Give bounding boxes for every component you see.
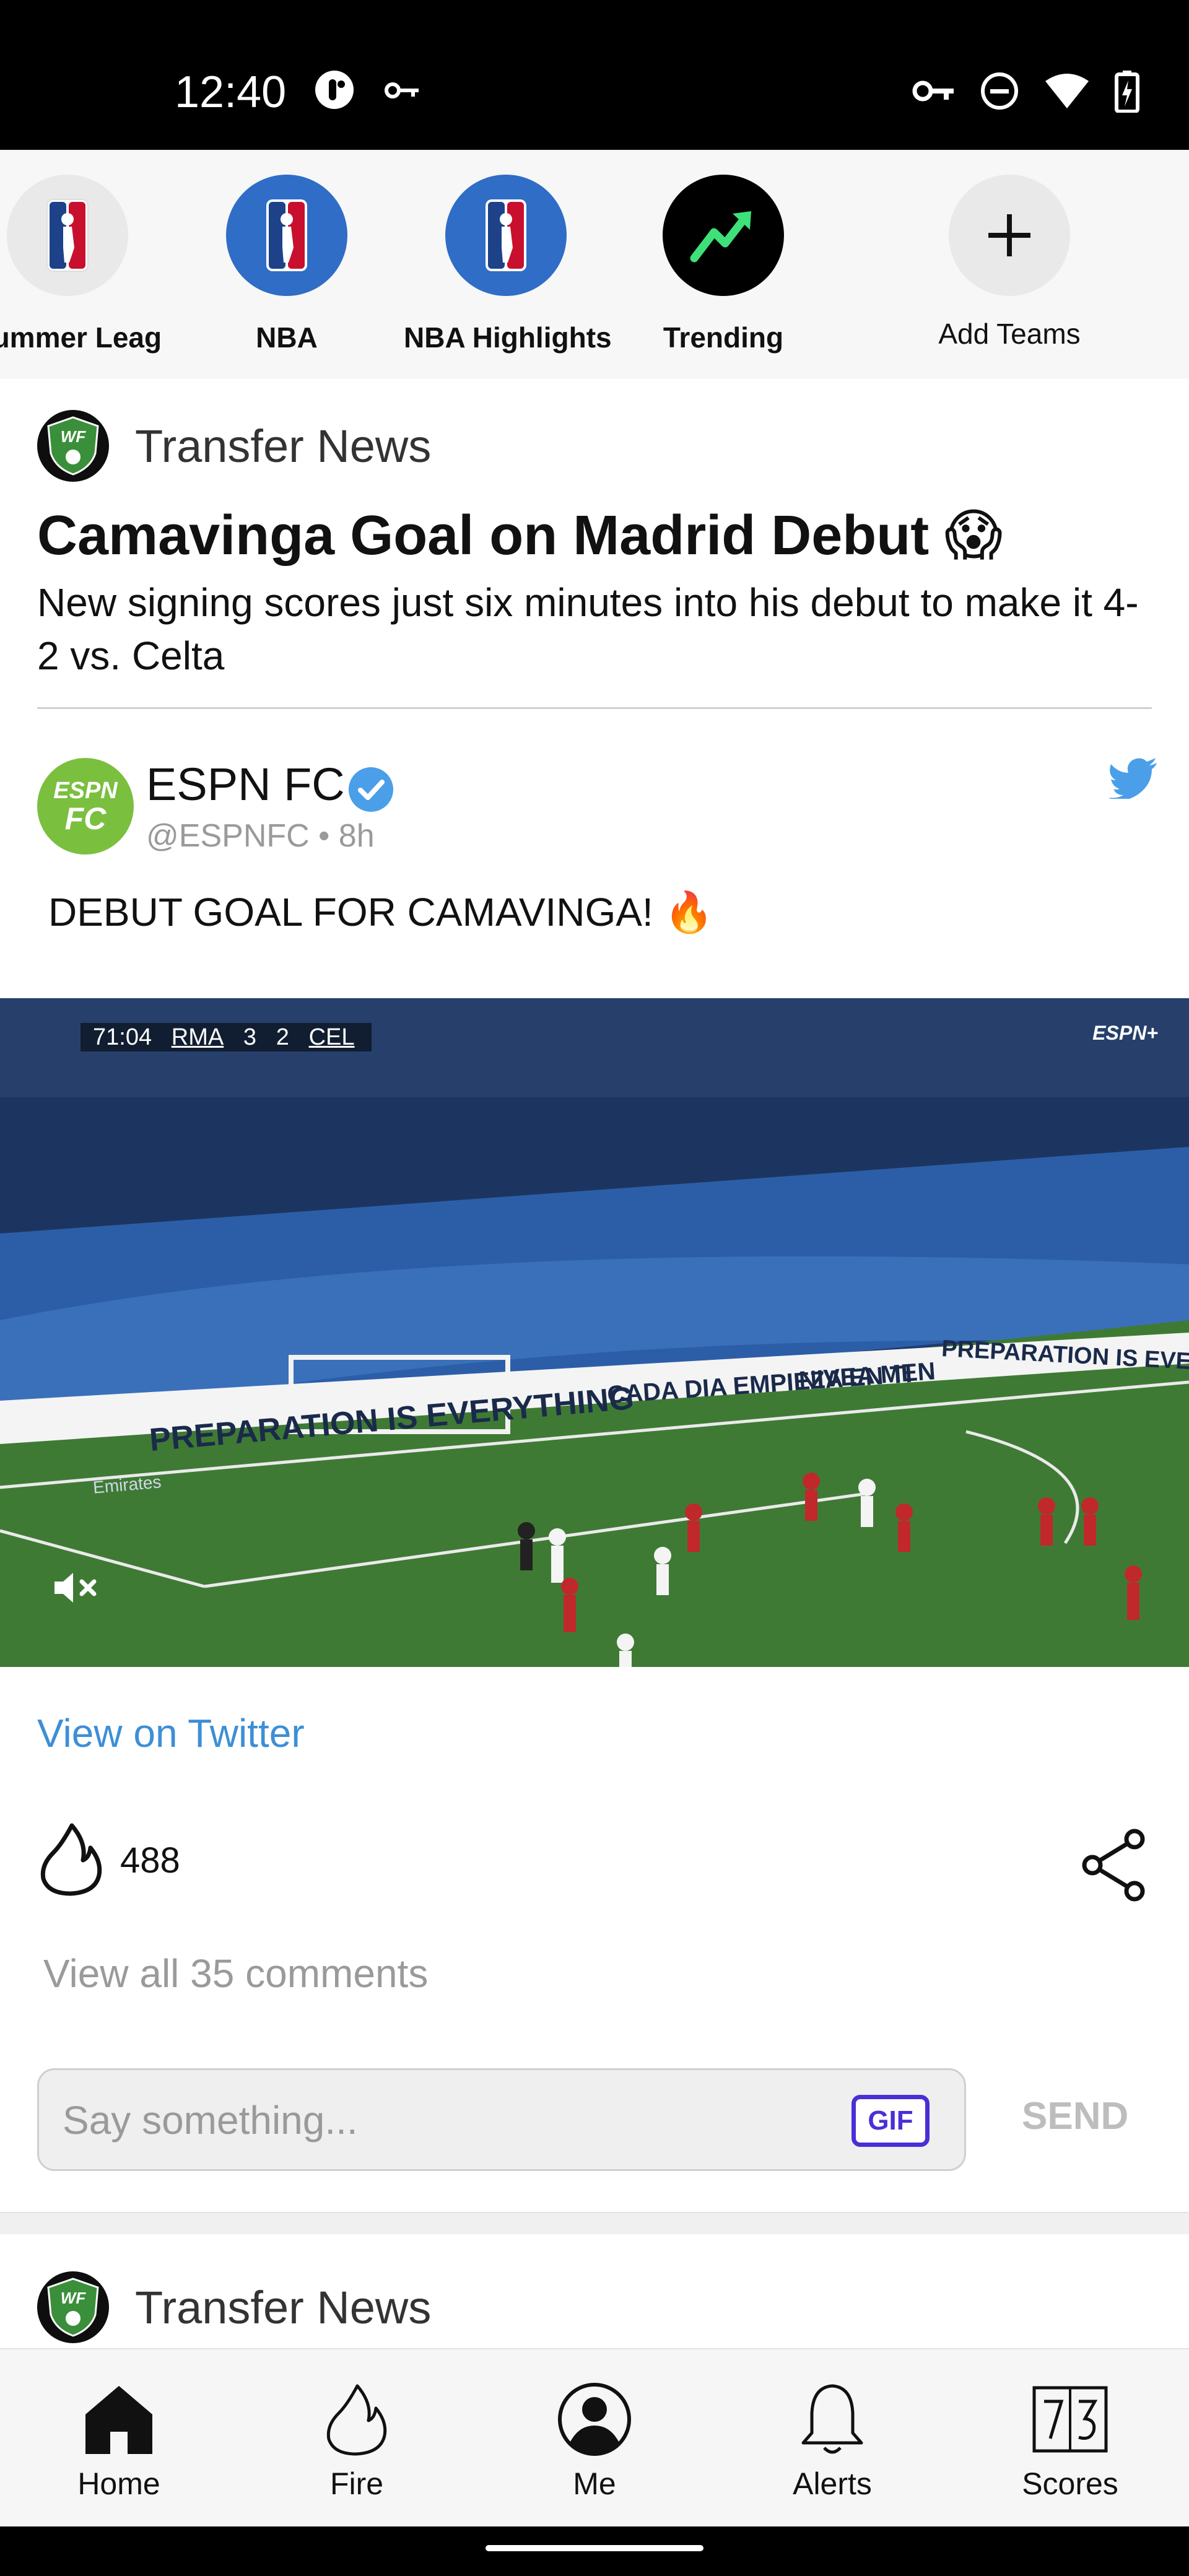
view-on-twitter-link[interactable]: View on Twitter xyxy=(37,1710,305,1756)
comment-box: GIF xyxy=(37,2068,966,2171)
team-trending[interactable]: Trending xyxy=(621,175,825,354)
tweet-text: DEBUT GOAL FOR CAMAVINGA! 🔥 xyxy=(48,890,714,934)
nba-logo-icon xyxy=(226,175,347,296)
team-label: Trending xyxy=(663,321,784,354)
source-name: Transfer News xyxy=(135,420,432,472)
badge-text: WF xyxy=(61,2289,87,2307)
home-icon xyxy=(0,2379,238,2460)
source-avatar: WF xyxy=(37,410,109,482)
video-frame xyxy=(0,998,1189,1667)
nav-alerts[interactable]: Alerts xyxy=(713,2349,951,2528)
score-bug: 71:04 RMA 3 2 CEL xyxy=(93,1024,355,1051)
home-team-code: RMA xyxy=(171,1024,224,1050)
avatar-text: FC xyxy=(64,801,107,836)
team-nba-highlights[interactable]: NBA Highlights xyxy=(404,175,612,354)
fire-count: 488 xyxy=(120,1840,180,1881)
source-name: Transfer News xyxy=(135,2281,432,2333)
gif-button[interactable]: GIF xyxy=(851,2095,930,2147)
badge-text: WF xyxy=(61,427,87,446)
fire-icon xyxy=(238,2379,476,2460)
send-button[interactable]: SEND xyxy=(1022,2094,1128,2138)
broadcaster-logo: ESPN+ xyxy=(1092,1022,1158,1044)
team-label: Summer Leag xyxy=(0,321,162,354)
do-not-disturb-icon xyxy=(980,71,1019,114)
away-team-code: CEL xyxy=(308,1024,355,1050)
team-label: Add Teams xyxy=(938,318,1081,350)
tweet-handle: @ESPNFC • 8h xyxy=(146,818,375,854)
gesture-bar xyxy=(0,2526,1189,2576)
mute-icon[interactable] xyxy=(52,1568,102,1611)
vpn-key-icon xyxy=(912,77,955,108)
clock: 12:40 xyxy=(175,67,287,117)
key-icon xyxy=(384,79,421,105)
team-label: NBA Highlights xyxy=(404,321,612,354)
bottom-nav: Home Fire Me Alerts Scores xyxy=(0,2348,1189,2528)
twitter-bird-icon[interactable] xyxy=(1108,758,1158,802)
nav-label: Home xyxy=(77,2466,160,2501)
verified-badge-icon xyxy=(347,765,395,817)
nba-logo-icon xyxy=(445,175,567,296)
post-headline[interactable]: Camavinga Goal on Madrid Debut 😱 xyxy=(37,503,1152,568)
away-score: 2 xyxy=(276,1024,289,1050)
fire-outline-icon xyxy=(37,1822,105,1899)
team-rail: Summer Leag NBA NBA Highlights Trending … xyxy=(0,150,1189,380)
nav-home[interactable]: Home xyxy=(0,2349,238,2528)
team-summer-league[interactable]: Summer Leag xyxy=(0,175,170,354)
status-icons xyxy=(912,69,1139,116)
battery-charging-icon xyxy=(1115,69,1139,116)
nav-label: Scores xyxy=(1022,2466,1118,2501)
nav-label: Alerts xyxy=(793,2466,872,2501)
home-score: 3 xyxy=(243,1024,257,1050)
post-subhead: New signing scores just six minutes into… xyxy=(37,580,1139,678)
nav-me[interactable]: Me xyxy=(476,2349,713,2528)
nav-scores[interactable]: Scores xyxy=(951,2349,1189,2528)
trending-icon xyxy=(663,175,784,296)
feed-post-next: WF Transfer News xyxy=(0,2234,1189,2348)
tweet-video[interactable]: 71:04 RMA 3 2 CEL ESPN+ PREPARATION IS E… xyxy=(0,998,1189,1667)
match-clock: 71:04 xyxy=(93,1024,152,1050)
nav-fire[interactable]: Fire xyxy=(238,2349,476,2528)
tweet-author-name[interactable]: ESPN FC xyxy=(146,758,345,811)
home-indicator[interactable] xyxy=(486,2545,703,2551)
view-comments-link[interactable]: View all 35 comments xyxy=(43,1951,428,1996)
source-avatar: WF xyxy=(37,2271,109,2343)
team-label: NBA xyxy=(256,321,318,354)
nav-label: Fire xyxy=(329,2466,384,2501)
profile-icon xyxy=(476,2379,713,2460)
avatar-text: ESPN xyxy=(53,778,118,804)
wifi-icon xyxy=(1044,72,1090,113)
card-separator xyxy=(0,2212,1189,2235)
post-source[interactable]: WF Transfer News xyxy=(37,2271,431,2343)
feed-post: WF Transfer News Camavinga Goal on Madri… xyxy=(0,379,1189,2212)
nav-label: Me xyxy=(573,2466,616,2501)
status-bar: 12:40 xyxy=(0,0,1189,150)
share-icon[interactable] xyxy=(1080,1828,1148,1905)
app-notification-icon xyxy=(313,68,356,115)
team-nba[interactable]: NBA xyxy=(185,175,389,354)
plus-icon xyxy=(949,175,1070,296)
comment-input[interactable] xyxy=(61,2070,807,2170)
tweet-avatar[interactable]: ESPN FC xyxy=(37,758,134,855)
add-teams-button[interactable]: Add Teams xyxy=(907,175,1112,350)
fire-reaction[interactable]: 488 xyxy=(37,1822,180,1899)
post-source[interactable]: WF Transfer News xyxy=(37,410,431,482)
divider xyxy=(37,707,1152,709)
scoreboard-icon xyxy=(951,2379,1189,2460)
nba-logo-icon xyxy=(7,175,128,296)
bell-icon xyxy=(713,2379,951,2460)
